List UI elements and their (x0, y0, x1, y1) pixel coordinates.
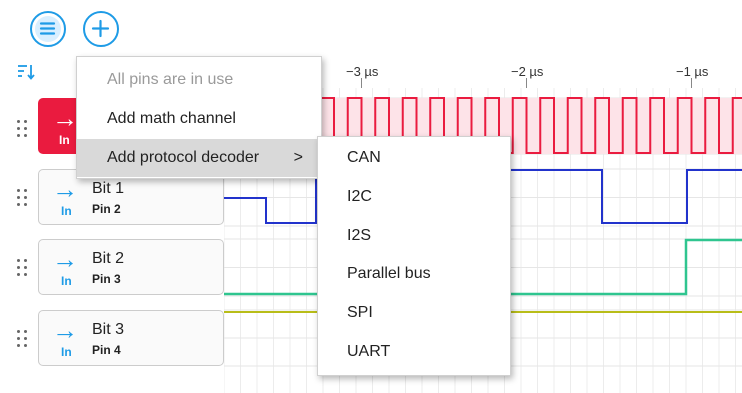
menu-item-all-pins-in-use: All pins are in use (107, 71, 234, 88)
channel-name: Bit 3 (92, 321, 125, 338)
menu-item-add-protocol-decoder[interactable]: Add protocol decoder > (77, 139, 321, 177)
channel-card-bit-2[interactable]: → In Bit 2 Pin 3 (38, 239, 224, 295)
input-arrow-icon: → (52, 244, 78, 274)
channel-direction: In (61, 204, 72, 218)
hamburger-icon (39, 22, 56, 35)
channel-pin: Pin 4 (92, 343, 121, 357)
drag-handle-icon[interactable] (16, 328, 30, 348)
channel-direction: In (59, 133, 70, 147)
menu-item-label: Add protocol decoder (107, 149, 260, 166)
plus-icon (91, 19, 110, 38)
submenu-item-i2c[interactable]: I2C (318, 178, 510, 216)
input-arrow-icon: → (52, 315, 78, 345)
add-channel-menu: All pins are in use Add math channel Add… (76, 56, 322, 179)
ruler-label: −2 µs (511, 64, 544, 79)
drag-handle-icon[interactable] (16, 257, 30, 277)
channel-name: Bit 2 (92, 250, 125, 267)
submenu-item-parallel-bus[interactable]: Parallel bus (318, 255, 510, 293)
menu-item-add-math-channel[interactable]: Add math channel (77, 100, 321, 138)
channel-name: Bit 1 (92, 180, 125, 197)
ruler-tick (361, 78, 362, 88)
add-channel-button[interactable] (83, 11, 119, 47)
input-arrow-icon: → (52, 174, 78, 204)
channel-menu-button[interactable] (30, 11, 66, 47)
input-arrow-icon: → (52, 103, 78, 133)
ruler-tick (691, 78, 692, 88)
sort-icon[interactable] (17, 63, 37, 81)
protocol-decoder-submenu: CAN I2C I2S Parallel bus SPI UART (317, 136, 511, 376)
drag-handle-icon[interactable] (16, 187, 30, 207)
channel-pin: Pin 3 (92, 272, 121, 286)
channel-card-bit-3[interactable]: → In Bit 3 Pin 4 (38, 310, 224, 366)
channel-direction: In (61, 345, 72, 359)
channel-direction: In (61, 274, 72, 288)
drag-handle-icon[interactable] (16, 118, 30, 138)
submenu-item-uart[interactable]: UART (318, 333, 510, 371)
ruler-tick (526, 78, 527, 88)
submenu-item-spi[interactable]: SPI (318, 294, 510, 332)
ruler-label: −1 µs (676, 64, 709, 79)
submenu-item-i2s[interactable]: I2S (318, 217, 510, 255)
chevron-right-icon: > (293, 149, 303, 166)
channel-pin: Pin 2 (92, 202, 121, 216)
submenu-item-can[interactable]: CAN (318, 139, 510, 177)
ruler-label: −3 µs (346, 64, 379, 79)
